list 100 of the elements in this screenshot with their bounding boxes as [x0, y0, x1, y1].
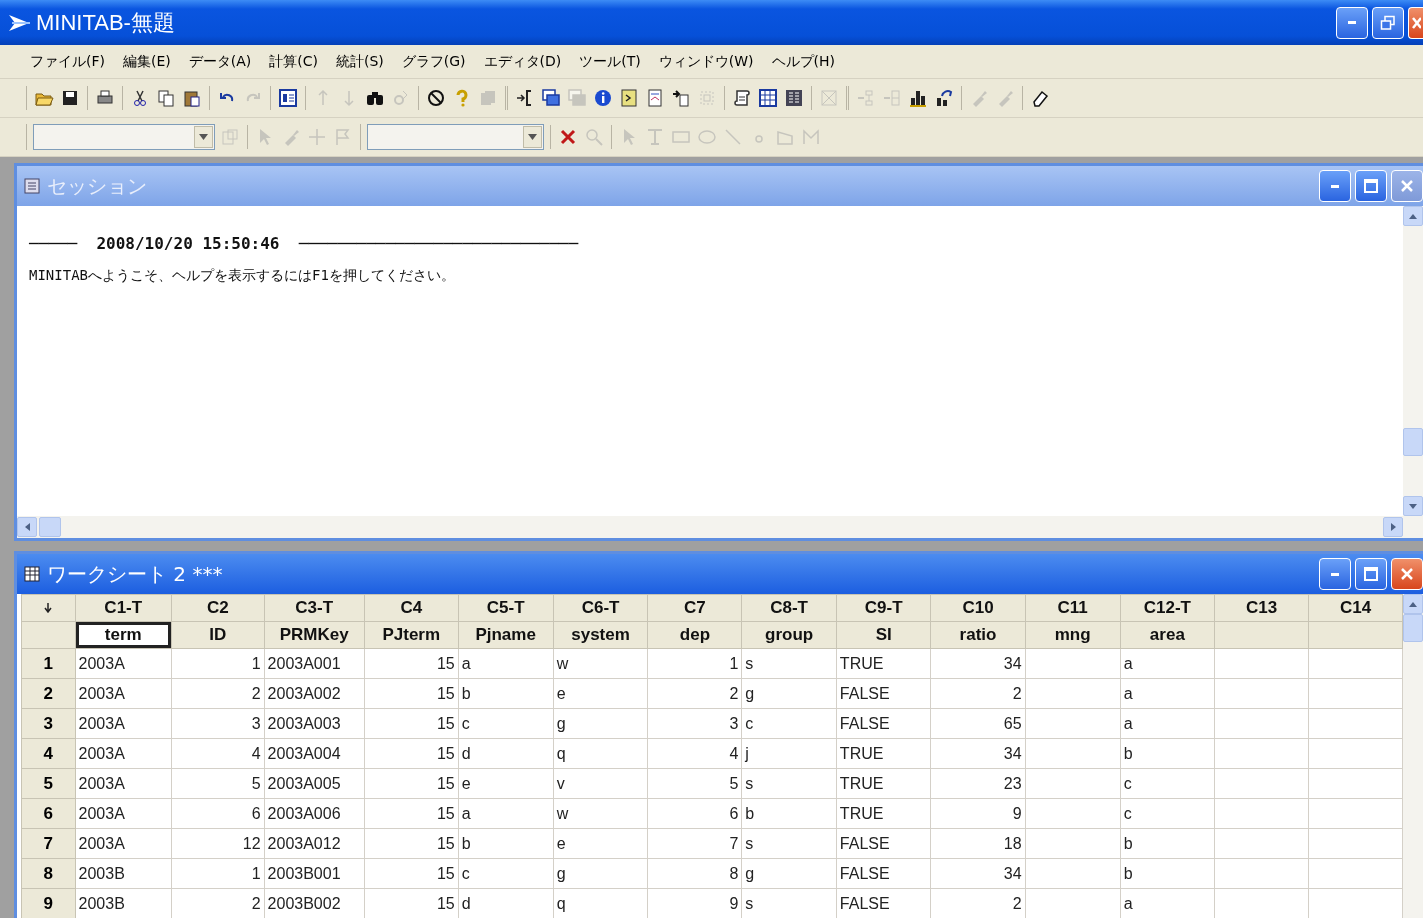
- down-arrow-icon: [1409, 503, 1417, 509]
- column-id[interactable]: C9-T: [836, 594, 931, 622]
- table-cell: 34: [931, 738, 1026, 769]
- table-cell: 2003A: [75, 798, 172, 829]
- table-cell: 5: [171, 768, 265, 799]
- close-button[interactable]: [1391, 170, 1423, 202]
- column-id[interactable]: C14: [1308, 594, 1403, 622]
- column-id[interactable]: C13: [1214, 594, 1309, 622]
- table-cell: TRUE: [836, 648, 931, 679]
- table-cell: 7: [648, 828, 742, 859]
- maximize-icon: [1364, 179, 1378, 193]
- column-name[interactable]: SI: [836, 621, 931, 649]
- column-name[interactable]: mng: [1025, 621, 1121, 649]
- table-cell: 2003A: [75, 768, 172, 799]
- window-icon[interactable]: [277, 86, 299, 110]
- menu-item[interactable]: ツール(T): [579, 52, 641, 71]
- table-cell: 2003B: [75, 858, 172, 889]
- column-id[interactable]: C12-T: [1120, 594, 1215, 622]
- restore-button[interactable]: [1372, 6, 1404, 39]
- column-name[interactable]: ID: [171, 621, 265, 649]
- column-name[interactable]: group: [741, 621, 837, 649]
- column-id[interactable]: C7: [648, 594, 742, 622]
- maximize-button[interactable]: [1355, 170, 1387, 202]
- table-cell: v: [553, 768, 648, 799]
- scroll-thumb[interactable]: [1403, 614, 1423, 642]
- column-name[interactable]: [1308, 621, 1403, 649]
- minimize-icon: [1331, 572, 1339, 576]
- column-id[interactable]: C8-T: [741, 594, 837, 622]
- column-name[interactable]: dep: [648, 621, 742, 649]
- right-arrow-icon: [1390, 523, 1396, 531]
- table-cell: 2003A006: [264, 798, 365, 829]
- column-id[interactable]: C4: [364, 594, 459, 622]
- menu-item[interactable]: データ(A): [188, 52, 252, 71]
- table-cell: 15: [364, 858, 459, 889]
- corner-cell[interactable]: [21, 594, 76, 622]
- up-arrow-icon: [1409, 213, 1417, 219]
- table-cell: 15: [364, 798, 459, 829]
- row-number[interactable]: 9: [21, 888, 76, 918]
- column-id[interactable]: C2: [171, 594, 265, 622]
- row-number[interactable]: 1: [21, 648, 76, 679]
- table-cell: 3: [171, 708, 265, 739]
- menu-item[interactable]: 編集(E): [123, 52, 171, 71]
- row-number[interactable]: 3: [21, 708, 76, 739]
- column-name[interactable]: system: [553, 621, 648, 649]
- close-button[interactable]: [1408, 6, 1423, 39]
- scroll-thumb[interactable]: [39, 517, 61, 537]
- row-number[interactable]: 2: [21, 678, 76, 709]
- column-id[interactable]: C5-T: [458, 594, 554, 622]
- menu-item[interactable]: エディタ(D): [483, 52, 562, 71]
- table-cell: c: [458, 708, 554, 739]
- maximize-button[interactable]: [1355, 558, 1387, 590]
- column-name[interactable]: area: [1120, 621, 1215, 649]
- row-number[interactable]: 8: [21, 858, 76, 889]
- up-arrow-icon: [1409, 601, 1417, 607]
- column-name[interactable]: PRMKey: [264, 621, 365, 649]
- column-id[interactable]: C6-T: [553, 594, 648, 622]
- table-cell: 34: [931, 858, 1026, 889]
- prompt-icon[interactable]: [618, 86, 640, 110]
- vertical-scrollbar[interactable]: [1403, 594, 1423, 918]
- table-cell: 6: [171, 798, 265, 829]
- minimize-icon: [1348, 21, 1356, 24]
- column-name[interactable]: Pjname: [458, 621, 554, 649]
- row-number[interactable]: 6: [21, 798, 76, 829]
- column-name[interactable]: term: [75, 621, 172, 649]
- menu-item[interactable]: ウィンドウ(W): [658, 52, 754, 71]
- table-cell: b: [458, 828, 554, 859]
- worksheet-title: ワークシート 2 ***: [47, 560, 224, 588]
- column-id[interactable]: C10: [931, 594, 1026, 622]
- table-cell: 2003A: [75, 828, 172, 859]
- grid-icon[interactable]: [757, 86, 779, 110]
- menu-item[interactable]: 統計(S): [336, 52, 384, 71]
- column-id[interactable]: C1-T: [75, 594, 172, 622]
- close-button[interactable]: [1391, 558, 1423, 590]
- minimize-button[interactable]: [1319, 170, 1351, 202]
- left-arrow-icon: [24, 523, 30, 531]
- menu-item[interactable]: 計算(C): [269, 52, 318, 71]
- scroll-thumb[interactable]: [1403, 428, 1423, 456]
- minimize-button[interactable]: [1336, 6, 1368, 39]
- row-number[interactable]: 7: [21, 828, 76, 859]
- row-number[interactable]: 5: [21, 768, 76, 799]
- column-id[interactable]: C11: [1025, 594, 1121, 622]
- vertical-scrollbar[interactable]: [1403, 206, 1423, 516]
- menu-item[interactable]: グラフ(G): [401, 52, 466, 71]
- column-id[interactable]: C3-T: [264, 594, 365, 622]
- table-cell: 5: [648, 768, 742, 799]
- row-number[interactable]: 4: [21, 738, 76, 769]
- column-name[interactable]: PJterm: [364, 621, 459, 649]
- table-cell: e: [553, 828, 648, 859]
- down-arrow-icon: [44, 603, 53, 613]
- minimize-button[interactable]: [1319, 558, 1351, 590]
- table-cell: 12: [171, 828, 265, 859]
- table-cell: g: [741, 678, 837, 709]
- column-name[interactable]: ratio: [931, 621, 1026, 649]
- menu-item[interactable]: ヘルプ(H): [771, 52, 835, 71]
- horizontal-scrollbar[interactable]: [17, 516, 1423, 538]
- column-name[interactable]: [1214, 621, 1309, 649]
- table-cell: 1: [648, 648, 742, 679]
- table-cell: 2003A: [75, 708, 172, 739]
- table-cell: 3: [648, 708, 742, 739]
- menu-item[interactable]: ファイル(F): [30, 52, 105, 71]
